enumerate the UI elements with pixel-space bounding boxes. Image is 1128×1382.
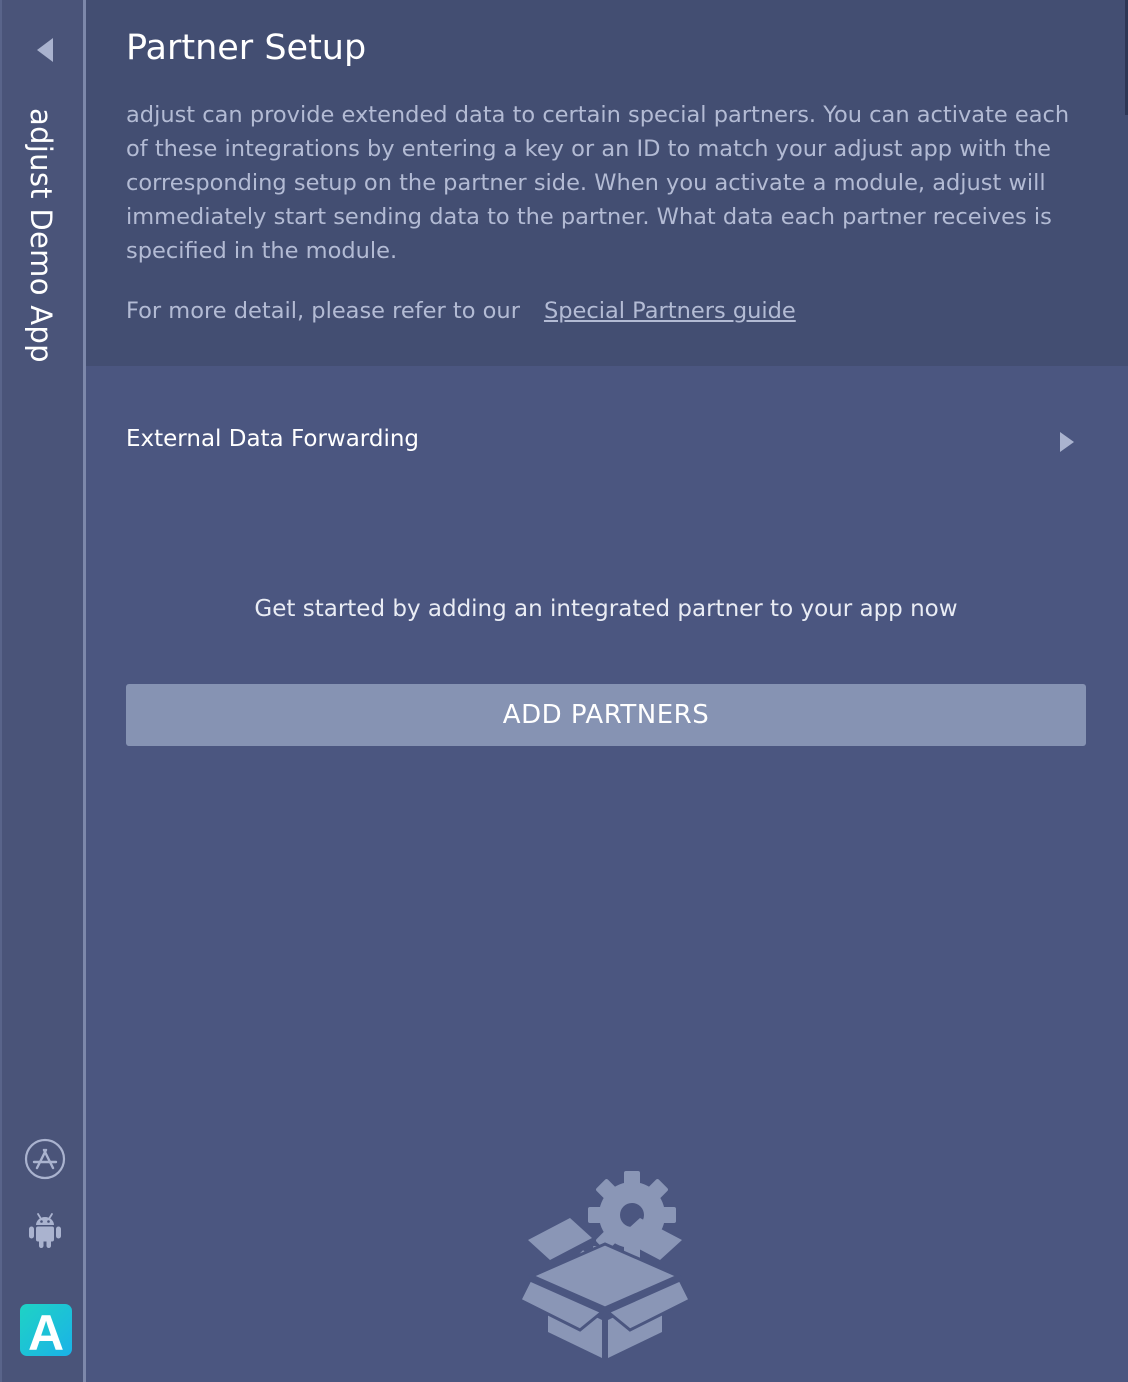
box-with-gears-icon xyxy=(520,1171,690,1358)
sidebar: adjust Demo App A xyxy=(0,0,83,1382)
more-detail-text: For more detail, please refer to our xyxy=(126,298,520,324)
app-name-vertical: adjust Demo App xyxy=(24,108,58,363)
chevron-left-icon[interactable] xyxy=(37,38,53,62)
app-window: adjust Demo App A Partner Setup adjust c… xyxy=(0,0,1128,1382)
chevron-right-icon[interactable] xyxy=(1060,432,1074,452)
add-partners-button[interactable]: ADD PARTNERS xyxy=(126,684,1086,746)
logo-letter: A xyxy=(28,1305,64,1356)
more-detail-line: For more detail, please refer to our Spec… xyxy=(126,294,796,328)
page-title: Partner Setup xyxy=(126,28,367,68)
app-store-icon[interactable] xyxy=(24,1138,66,1180)
adjust-logo[interactable]: A xyxy=(20,1304,72,1356)
header-panel: Partner Setup adjust can provide extende… xyxy=(86,0,1128,366)
special-partners-guide-link[interactable]: Special Partners guide xyxy=(544,298,796,324)
section-title: External Data Forwarding xyxy=(126,426,420,452)
empty-state-message: Get started by adding an integrated part… xyxy=(254,596,958,622)
external-data-forwarding-row[interactable]: External Data Forwarding xyxy=(126,416,1076,468)
intro-text: adjust can provide extended data to cert… xyxy=(126,102,1070,264)
android-icon[interactable] xyxy=(24,1210,66,1252)
